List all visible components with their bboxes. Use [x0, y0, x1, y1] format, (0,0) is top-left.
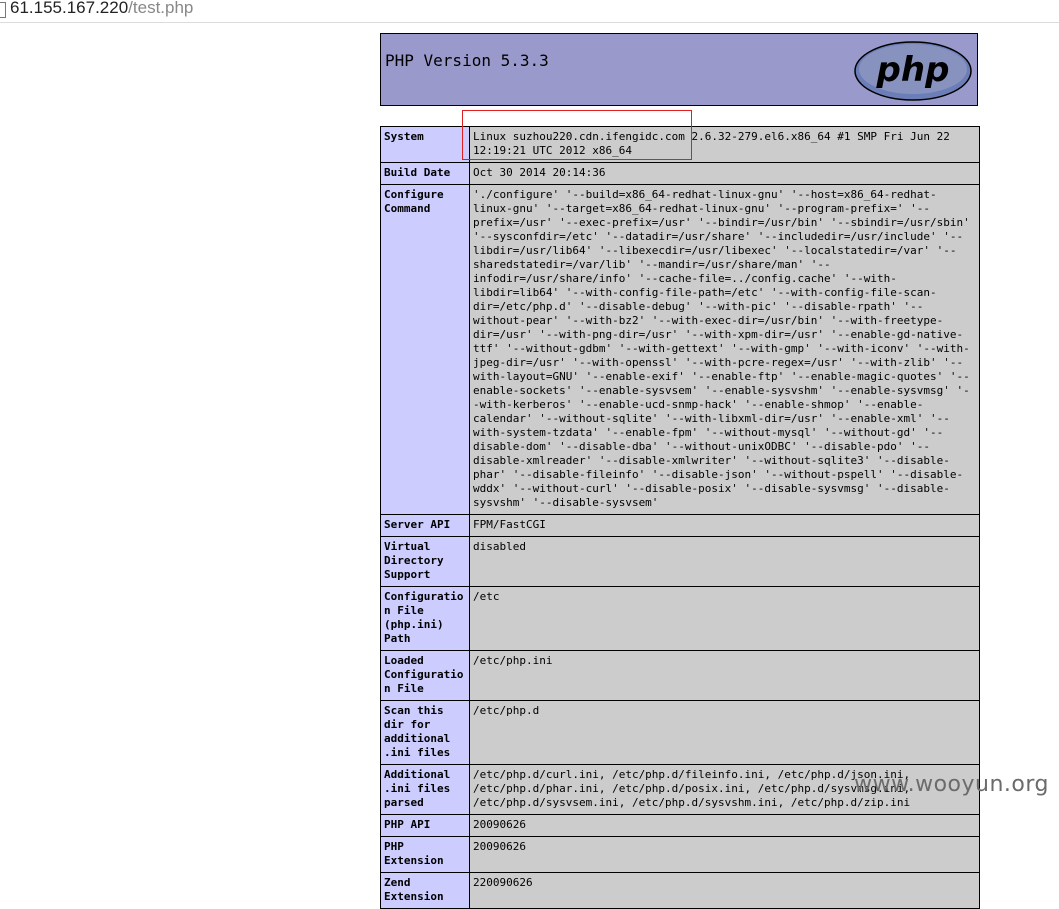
row-label: Virtual Directory Support	[380, 536, 470, 587]
row-value: 20090626	[469, 836, 980, 873]
row-label: PHP API	[380, 814, 470, 837]
table-row: Server API FPM/FastCGI	[380, 514, 980, 537]
row-label: Scan this dir for additional .ini files	[380, 700, 470, 765]
logo-text: php	[876, 50, 950, 90]
row-label: Server API	[380, 514, 470, 537]
table-row: Virtual Directory Support disabled	[380, 536, 980, 587]
table-row: Loaded Configuration File/etc/php.ini	[380, 650, 980, 701]
row-value: Oct 30 2014 20:14:36	[469, 162, 980, 185]
table-row: Build Date Oct 30 2014 20:14:36	[380, 162, 980, 185]
row-value: FPM/FastCGI	[469, 514, 980, 537]
row-value: /etc/php.ini	[469, 650, 980, 701]
row-label: System	[380, 126, 470, 163]
page-title: PHP Version 5.3.3	[385, 51, 549, 70]
row-value: /etc/php.d	[469, 700, 980, 765]
table-row: System Linux suzhou220.cdn.ifengidc.com 2…	[380, 126, 980, 163]
php-logo-icon: php	[854, 41, 972, 101]
address-bar[interactable]: 61.155.167.220/test.php	[0, 0, 1059, 23]
table-row: Configure Command './configure' '--build=…	[380, 184, 980, 515]
row-label: Build Date	[380, 162, 470, 185]
row-label: Zend Extension	[380, 872, 470, 909]
table-row: PHP Extension 20090626	[380, 836, 980, 873]
row-label: PHP Extension	[380, 836, 470, 873]
page-icon	[0, 2, 6, 18]
table-row: Zend Extension 220090626	[380, 872, 980, 909]
row-value: Linux suzhou220.cdn.ifengidc.com 2.6.32-…	[469, 126, 980, 163]
url-text[interactable]: 61.155.167.220/test.php	[10, 0, 193, 18]
url-path: /test.php	[128, 0, 194, 17]
phpinfo-header: PHP Version 5.3.3 php	[380, 33, 978, 106]
row-label: Configuration File (php.ini) Path	[380, 586, 470, 651]
row-value: disabled	[469, 536, 980, 587]
row-label: Loaded Configuration File	[380, 650, 470, 701]
row-value: 20090626	[469, 814, 980, 837]
row-label: Additional .ini files parsed	[380, 764, 470, 815]
row-value: './configure' '--build=x86_64-redhat-lin…	[469, 184, 980, 515]
row-value: /etc	[469, 586, 980, 651]
url-host: 61.155.167.220	[10, 0, 129, 17]
row-label: Configure Command	[380, 184, 470, 515]
table-row: Configuration File (php.ini) Path/etc	[380, 586, 980, 651]
table-row: PHP API 20090626	[380, 814, 980, 837]
watermark: www.wooyun.org	[854, 772, 1049, 797]
table-row: Scan this dir for additional .ini files /…	[380, 700, 980, 765]
row-value: 220090626	[469, 872, 980, 909]
